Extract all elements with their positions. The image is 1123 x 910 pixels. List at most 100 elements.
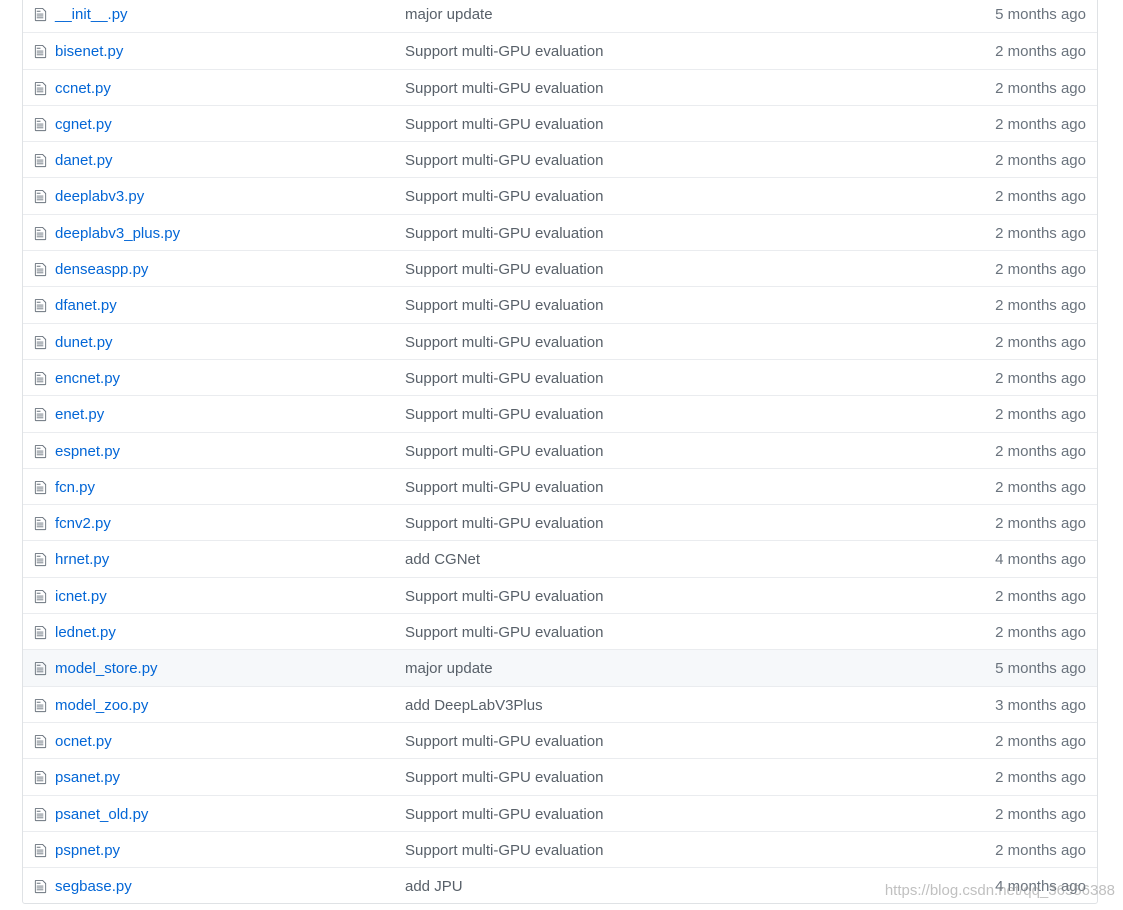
commit-message-link[interactable]: add DeepLabV3Plus (405, 697, 543, 714)
file-name-link[interactable]: bisenet.py (55, 43, 123, 60)
file-row[interactable]: psanet.py Support multi-GPU evaluation 2 m… (23, 758, 1097, 794)
commit-age: 2 months ago (995, 406, 1086, 424)
file-row[interactable]: espnet.py Support multi-GPU evaluation 2 m… (23, 431, 1097, 468)
file-name-link[interactable]: lednet.py (55, 624, 116, 641)
file-row[interactable]: pspnet.py Support multi-GPU evaluation 2 m… (23, 830, 1097, 867)
file-text-icon (34, 770, 47, 785)
file-row[interactable]: lednet.py Support multi-GPU evaluation 2 m… (23, 613, 1097, 649)
file-name-link[interactable]: __init__.py (55, 6, 128, 23)
file-text-icon (34, 153, 47, 168)
commit-age: 2 months ago (995, 297, 1086, 315)
file-row[interactable]: fcn.py Support multi-GPU evaluation 2 mont… (23, 467, 1097, 504)
file-text-icon (34, 335, 47, 350)
file-row[interactable]: icnet.py Support multi-GPU evaluation 2 mo… (23, 576, 1097, 613)
file-row[interactable]: model_zoo.py add DeepLabV3Plus 3 months ag… (23, 685, 1097, 722)
file-row[interactable]: psanet_old.py Support multi-GPU evaluatio… (23, 794, 1097, 831)
file-name-link[interactable]: danet.py (55, 152, 113, 169)
file-text-icon (34, 625, 47, 640)
commit-age: 2 months ago (995, 769, 1086, 787)
file-name-link[interactable]: segbase.py (55, 878, 132, 895)
commit-message-link[interactable]: major update (405, 660, 493, 677)
commit-message-link[interactable]: Support multi-GPU evaluation (405, 624, 603, 641)
commit-message-link[interactable]: Support multi-GPU evaluation (405, 152, 603, 169)
commit-message-link[interactable]: Support multi-GPU evaluation (405, 443, 603, 460)
commit-message-link[interactable]: Support multi-GPU evaluation (405, 515, 603, 532)
file-name-link[interactable]: enet.py (55, 406, 104, 423)
file-row[interactable]: deeplabv3.py Support multi-GPU evaluation… (23, 177, 1097, 213)
file-name-link[interactable]: pspnet.py (55, 842, 120, 859)
file-name-link[interactable]: dfanet.py (55, 297, 117, 314)
file-name-link[interactable]: hrnet.py (55, 551, 109, 568)
file-name-link[interactable]: fcn.py (55, 479, 95, 496)
file-text-icon (34, 444, 47, 459)
file-name-link[interactable]: denseaspp.py (55, 261, 148, 278)
file-text-icon (34, 262, 47, 277)
file-row[interactable]: deeplabv3_plus.py Support multi-GPU evalu… (23, 213, 1097, 250)
file-text-icon (34, 843, 47, 858)
file-text-icon (34, 81, 47, 96)
commit-message-link[interactable]: Support multi-GPU evaluation (405, 370, 603, 387)
commit-message-link[interactable]: Support multi-GPU evaluation (405, 261, 603, 278)
commit-age: 2 months ago (995, 478, 1086, 496)
file-text-icon (34, 44, 47, 59)
file-name-link[interactable]: icnet.py (55, 588, 107, 605)
file-row[interactable]: dfanet.py Support multi-GPU evaluation 2 m… (23, 286, 1097, 322)
commit-message-link[interactable]: add JPU (405, 878, 463, 895)
file-row[interactable]: denseaspp.py Support multi-GPU evaluation… (23, 250, 1097, 286)
commit-message-link[interactable]: major update (405, 6, 493, 23)
file-name-link[interactable]: cgnet.py (55, 116, 112, 133)
file-text-icon (34, 371, 47, 386)
file-row[interactable]: ocnet.py Support multi-GPU evaluation 2 mo… (23, 721, 1097, 758)
file-text-icon (34, 189, 47, 204)
file-text-icon (34, 117, 47, 132)
file-row[interactable]: dunet.py Support multi-GPU evaluation 2 mo… (23, 322, 1097, 359)
commit-message-link[interactable]: Support multi-GPU evaluation (405, 297, 603, 314)
file-text-icon (34, 589, 47, 604)
commit-age: 5 months ago (995, 6, 1086, 23)
commit-age: 2 months ago (995, 188, 1086, 206)
file-name-link[interactable]: encnet.py (55, 370, 120, 387)
file-row[interactable]: ccnet.py Support multi-GPU evaluation 2 mo… (23, 68, 1097, 105)
commit-message-link[interactable]: Support multi-GPU evaluation (405, 116, 603, 133)
file-row[interactable]: fcnv2.py Support multi-GPU evaluation 2 mo… (23, 504, 1097, 540)
commit-message-link[interactable]: Support multi-GPU evaluation (405, 43, 603, 60)
commit-message-link[interactable]: Support multi-GPU evaluation (405, 479, 603, 496)
commit-message-link[interactable]: add CGNet (405, 551, 480, 568)
commit-message-link[interactable]: Support multi-GPU evaluation (405, 806, 603, 823)
file-name-link[interactable]: ccnet.py (55, 80, 111, 97)
commit-message-link[interactable]: Support multi-GPU evaluation (405, 733, 603, 750)
file-row[interactable]: enet.py Support multi-GPU evaluation 2 mon… (23, 395, 1097, 431)
file-row[interactable]: cgnet.py Support multi-GPU evaluation 2 mo… (23, 104, 1097, 141)
commit-age: 2 months ago (995, 261, 1086, 279)
commit-message-link[interactable]: Support multi-GPU evaluation (405, 588, 603, 605)
file-row[interactable]: danet.py Support multi-GPU evaluation 2 mo… (23, 141, 1097, 177)
file-row[interactable]: hrnet.py add CGNet 4 months ago (23, 540, 1097, 576)
commit-age: 2 months ago (995, 79, 1086, 97)
file-name-link[interactable]: fcnv2.py (55, 515, 111, 532)
file-name-link[interactable]: psanet_old.py (55, 806, 148, 823)
file-name-link[interactable]: deeplabv3.py (55, 188, 144, 205)
commit-message-link[interactable]: Support multi-GPU evaluation (405, 80, 603, 97)
file-row[interactable]: encnet.py Support multi-GPU evaluation 2 m… (23, 358, 1097, 395)
commit-message-link[interactable]: Support multi-GPU evaluation (405, 225, 603, 242)
commit-age: 2 months ago (995, 587, 1086, 605)
file-name-link[interactable]: model_zoo.py (55, 697, 148, 714)
file-row[interactable]: segbase.py add JPU 4 months ago (23, 867, 1097, 903)
file-name-link[interactable]: espnet.py (55, 443, 120, 460)
commit-message-link[interactable]: Support multi-GPU evaluation (405, 334, 603, 351)
file-row[interactable]: bisenet.py Support multi-GPU evaluation 2 … (23, 32, 1097, 68)
file-name-link[interactable]: psanet.py (55, 769, 120, 786)
commit-message-link[interactable]: Support multi-GPU evaluation (405, 406, 603, 423)
file-name-link[interactable]: deeplabv3_plus.py (55, 225, 180, 242)
commit-message-link[interactable]: Support multi-GPU evaluation (405, 188, 603, 205)
commit-message-link[interactable]: Support multi-GPU evaluation (405, 769, 603, 786)
file-text-icon (34, 807, 47, 822)
file-text-icon (34, 480, 47, 495)
commit-message-link[interactable]: Support multi-GPU evaluation (405, 842, 603, 859)
file-name-link[interactable]: dunet.py (55, 334, 113, 351)
file-row[interactable]: __init__.py major update 5 months ago (23, 0, 1097, 32)
file-name-link[interactable]: ocnet.py (55, 733, 112, 750)
file-row[interactable]: model_store.py major update 5 months ago (23, 649, 1097, 686)
file-name-link[interactable]: model_store.py (55, 660, 158, 677)
commit-age: 3 months ago (995, 696, 1086, 714)
